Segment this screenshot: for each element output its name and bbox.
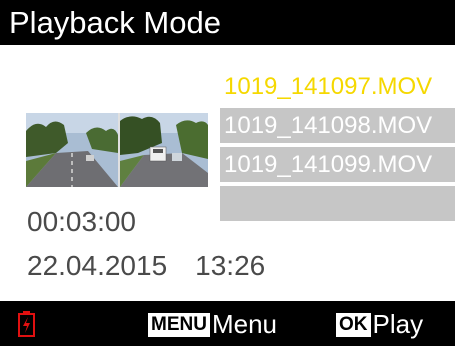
ok-key: OK: [336, 313, 371, 337]
play-label: Play: [372, 309, 424, 339]
menu-hint[interactable]: MENU Menu: [148, 310, 277, 338]
title-bar: Playback Mode: [0, 0, 455, 45]
file-item[interactable]: 1019_141099.MOV: [220, 147, 455, 182]
menu-key: MENU: [148, 313, 210, 337]
battery-low-icon: [18, 311, 35, 337]
video-duration: 00:03:00: [27, 206, 136, 237]
recording-date: 22.04.2015: [27, 250, 168, 281]
file-list: 1019_141097.MOV 1019_141098.MOV 1019_141…: [220, 69, 455, 221]
file-item[interactable]: 1019_141098.MOV: [220, 108, 455, 143]
recording-time: 13:26: [195, 250, 266, 281]
softkey-bar: MENU Menu OK Play: [0, 301, 455, 346]
recording-datetime: 22.04.2015 13:26: [27, 250, 265, 282]
page-title: Playback Mode: [9, 5, 221, 40]
file-item-empty[interactable]: [220, 186, 455, 221]
play-hint[interactable]: OK Play: [336, 310, 423, 338]
menu-label: Menu: [211, 309, 277, 339]
playback-panel: 1019_141097.MOV 1019_141098.MOV 1019_141…: [0, 45, 455, 301]
file-item-selected[interactable]: 1019_141097.MOV: [220, 69, 455, 104]
video-thumbnail[interactable]: [26, 113, 208, 187]
